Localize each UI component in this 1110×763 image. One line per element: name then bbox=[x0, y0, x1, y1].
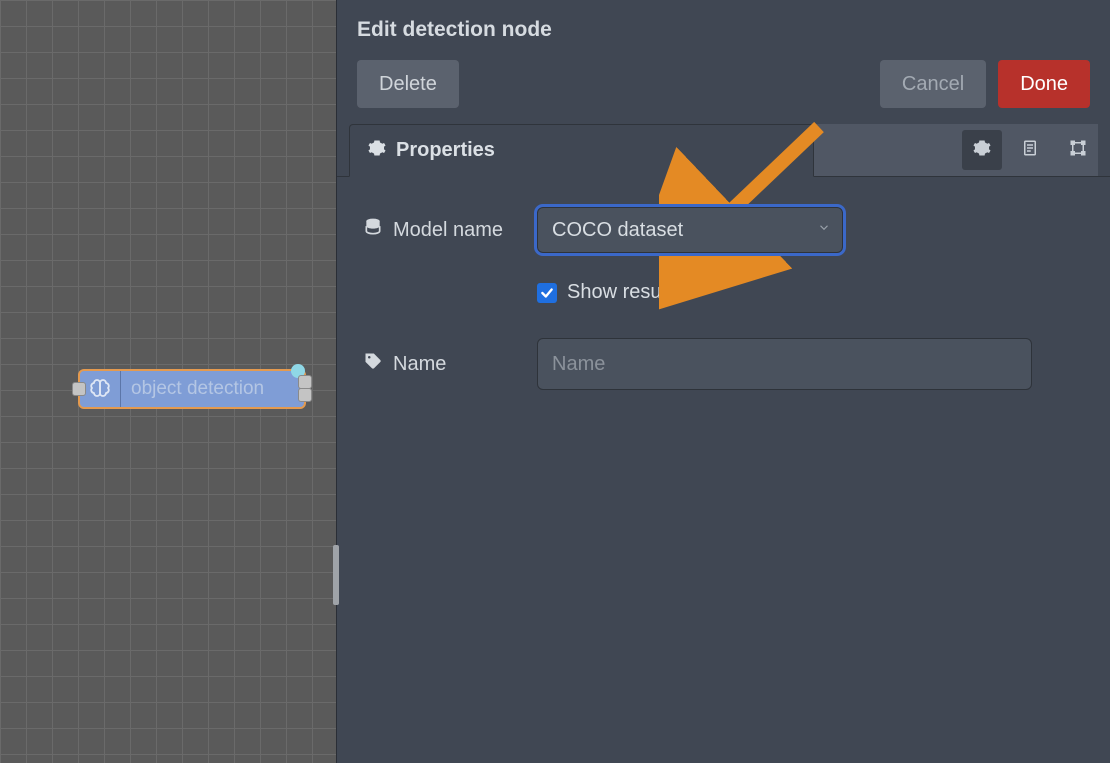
node-port-out-2[interactable] bbox=[298, 388, 312, 402]
editor-tabbar: Properties bbox=[337, 124, 1110, 177]
show-result-label: Show result bbox=[567, 281, 672, 304]
database-icon bbox=[363, 217, 383, 243]
name-row: Name bbox=[363, 338, 1084, 390]
model-name-select[interactable]: COCO dataset bbox=[537, 207, 843, 253]
tab-appearance-icon-button[interactable] bbox=[1058, 130, 1098, 170]
node-port-out-1[interactable] bbox=[298, 375, 312, 389]
show-result-checkbox[interactable] bbox=[537, 283, 557, 303]
node-label: object detection bbox=[121, 378, 264, 400]
bounding-box-icon bbox=[1069, 139, 1087, 162]
done-button[interactable]: Done bbox=[998, 60, 1090, 108]
tab-properties[interactable]: Properties bbox=[349, 124, 814, 177]
document-icon bbox=[1021, 139, 1039, 162]
model-name-label: Model name bbox=[393, 219, 503, 242]
editor-title: Edit detection node bbox=[337, 0, 1110, 60]
delete-button[interactable]: Delete bbox=[357, 60, 459, 108]
object-detection-node[interactable]: object detection bbox=[78, 369, 306, 409]
tab-description-icon-button[interactable] bbox=[1010, 130, 1050, 170]
canvas-area[interactable]: object detection bbox=[0, 0, 336, 763]
brain-icon bbox=[80, 371, 120, 407]
gear-icon bbox=[368, 139, 386, 163]
editor-actions: Delete Cancel Done bbox=[337, 60, 1110, 108]
cancel-button[interactable]: Cancel bbox=[880, 60, 986, 108]
tab-settings-icon-button[interactable] bbox=[962, 130, 1002, 170]
tab-properties-label: Properties bbox=[396, 139, 495, 162]
model-name-row: Model name COCO dataset bbox=[363, 207, 1084, 253]
name-input[interactable] bbox=[537, 338, 1032, 390]
panel-resize-handle[interactable] bbox=[333, 545, 339, 605]
properties-form: Model name COCO dataset Show result bbox=[337, 177, 1110, 444]
name-label: Name bbox=[393, 353, 446, 376]
editor-panel: Edit detection node Delete Cancel Done P… bbox=[336, 0, 1110, 763]
node-port-in[interactable] bbox=[72, 382, 86, 396]
gear-icon bbox=[973, 139, 991, 162]
tag-icon bbox=[363, 351, 383, 377]
show-result-row: Show result bbox=[537, 281, 1084, 304]
